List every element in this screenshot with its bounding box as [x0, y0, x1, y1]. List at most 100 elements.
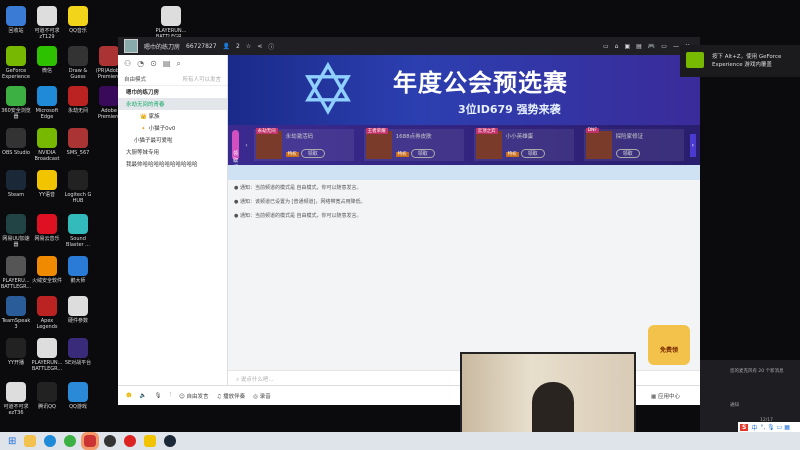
desktop-icon[interactable]: Microsoft Edge: [31, 86, 63, 120]
desktop-icon[interactable]: 5E对战平台: [62, 338, 94, 366]
reward-card[interactable]: DNF 探险家修证 领取: [583, 128, 684, 161]
game-image: 王者荣耀: [365, 128, 392, 159]
user-item[interactable]: 👑 家族: [118, 110, 227, 122]
claim-button[interactable]: 领取: [520, 148, 545, 158]
app-icon[interactable]: [81, 432, 100, 450]
refresh-icon[interactable]: ◔: [137, 59, 144, 69]
desktop-icon[interactable]: OBS Studio: [0, 128, 32, 156]
desktop-icon[interactable]: Sound Blaster ...: [62, 214, 94, 248]
desktop-icon[interactable]: 腾讯QQ: [31, 382, 63, 410]
reward-card[interactable]: 永劫无间 永劫激活码 特权 领取: [253, 128, 354, 161]
next-arrow[interactable]: ›: [689, 133, 696, 157]
desktop-icon[interactable]: TeamSpeak 3: [0, 296, 32, 330]
equalizer-icon[interactable]: ⫶: [170, 392, 171, 399]
desktop-icon[interactable]: QQ游戏: [62, 382, 94, 410]
edge-icon[interactable]: [44, 435, 57, 447]
claim-button[interactable]: 领取: [300, 148, 325, 158]
event-banner[interactable]: ✡ 年度公会预选赛 3位ID679 强势来袭: [228, 55, 700, 125]
desktop-icon[interactable]: 鹅大师: [62, 256, 94, 284]
search-icon[interactable]: ⌕: [176, 59, 180, 69]
claim-button[interactable]: 领取: [615, 148, 640, 158]
user-icon[interactable]: ⚇: [124, 59, 131, 69]
claim-button[interactable]: 领取: [410, 148, 435, 158]
user-item[interactable]: 🔸 小猫子0v0: [118, 122, 227, 134]
free-speak-button[interactable]: ☺ 自由发言: [179, 392, 209, 400]
notification-item[interactable]: 您的麦克风有 20 个新消息: [700, 360, 800, 374]
desktop-icon[interactable]: 网易UU加速器: [0, 214, 32, 248]
location-icon[interactable]: ⊙: [150, 59, 157, 69]
icon-label: 永劫无间: [67, 108, 88, 114]
desktop-icon[interactable]: QQ音乐: [62, 6, 94, 34]
mic-icon[interactable]: 🎙: [155, 393, 162, 399]
steam-icon[interactable]: [164, 435, 177, 447]
ime-bar[interactable]: S 中 °, 🎙 ▭ ▦: [738, 422, 800, 432]
app-icon: [37, 256, 57, 276]
desktop-icon[interactable]: Logitech G HUB: [62, 170, 94, 204]
start-icon[interactable]: ⊞: [8, 436, 16, 447]
mode-select[interactable]: 自由模式: [124, 75, 146, 83]
yy-icon[interactable]: ☻: [126, 393, 132, 399]
yy-icon[interactable]: [144, 435, 157, 447]
icon-label: Apex Legends: [36, 318, 58, 330]
icon-label: PLAYERU... BATTLEGR...: [0, 278, 32, 290]
app-icon: [68, 46, 88, 66]
info-band: [228, 165, 700, 180]
app-icon: [6, 338, 26, 358]
icon-label: Draw & Guess: [68, 68, 88, 80]
desktop-icon[interactable]: SMS_567: [62, 128, 94, 156]
system-message: ● 通知：当前频道的模式是 自由模式，你可以随意发言。: [234, 185, 362, 191]
netease-icon[interactable]: [124, 435, 137, 447]
icon-label: YY开播: [7, 360, 25, 366]
channel-avatar[interactable]: [124, 39, 138, 53]
desktop-icon[interactable]: YY语音: [31, 170, 63, 198]
share-icon[interactable]: ⋖: [257, 43, 262, 50]
desktop-icon[interactable]: 360安全浏览器: [0, 86, 32, 120]
desktop-icon[interactable]: 回收站: [0, 6, 32, 34]
desktop-icon[interactable]: NVIDIA Broadcast: [31, 128, 63, 162]
desktop-icon[interactable]: PLAYERUN... BATTLEGR...: [155, 6, 187, 40]
icon-label: 鹅大师: [70, 278, 86, 284]
subchannel[interactable]: 我最帅哈哈哈哈哈哈哈哈哈哈: [118, 158, 227, 170]
desktop-icon[interactable]: PLAYERUN... BATTLEGR...: [31, 338, 63, 372]
app-center-button[interactable]: ▦ 应用中心: [651, 392, 700, 400]
clock: 12/17: [760, 418, 773, 423]
notification-item[interactable]: 通知: [700, 374, 800, 408]
desktop-icon[interactable]: 可道不可求 ezT36: [0, 382, 32, 416]
obs-icon[interactable]: [104, 435, 117, 447]
explorer-icon[interactable]: [24, 435, 37, 447]
app-icon: [6, 86, 26, 106]
desktop-icon[interactable]: 火绒安全软件: [31, 256, 63, 284]
subchannel[interactable]: 大厨等妹专用: [118, 146, 227, 158]
desktop-icon[interactable]: 网易云音乐: [31, 214, 63, 242]
geforce-notification[interactable]: 按下 Alt+Z，使用 GeForce Experience 游戏内覆盖: [680, 45, 800, 77]
desktop-icon[interactable]: 永劫无间: [62, 86, 94, 114]
desktop-icon[interactable]: 可道不可求 zT129: [31, 6, 63, 40]
desktop-icon[interactable]: YY开播: [0, 338, 32, 366]
reward-card[interactable]: 王者荣耀 1688点券皮肤 特权 领取: [363, 128, 464, 161]
info-icon[interactable]: ⓘ: [268, 42, 274, 51]
icon-label: 腾讯QQ: [38, 404, 56, 410]
desktop-icon[interactable]: Draw & Guess: [62, 46, 94, 80]
music-button[interactable]: ♫ 播放伴奏: [216, 392, 245, 400]
desktop-icon[interactable]: PLAYERU... BATTLEGR...: [0, 256, 32, 290]
system-message: ● 通知：该频道已设置为 [普通频道]，网络带宽占用降低。: [234, 199, 366, 205]
desktop-icon[interactable]: GeForce Experience: [0, 46, 32, 80]
desktop-icon[interactable]: 硬件参数: [62, 296, 94, 324]
reward-badge[interactable]: 领取福利: [232, 130, 240, 178]
channel-root[interactable]: 嗯巾的练刀房: [118, 86, 227, 98]
speaker-icon[interactable]: 🔈: [140, 393, 147, 399]
star-icon[interactable]: ☆: [246, 43, 251, 50]
game-tag: 永劫无间: [255, 128, 278, 134]
desktop-icon[interactable]: Apex Legends: [31, 296, 63, 330]
desktop-icon[interactable]: 微信: [31, 46, 63, 74]
browser-icon[interactable]: [64, 435, 77, 447]
list-icon[interactable]: ▤: [163, 59, 171, 69]
prev-arrow[interactable]: ‹: [245, 142, 247, 149]
record-button[interactable]: ◎ 录音: [253, 392, 271, 400]
subchannel[interactable]: 小猫子最可爱啦: [118, 134, 227, 146]
app-icon: [37, 170, 57, 190]
promo-badge[interactable]: 免费领: [648, 325, 690, 365]
subchannel-active[interactable]: 永劫无间的青春: [118, 98, 227, 110]
desktop-icon[interactable]: Steam: [0, 170, 32, 198]
reward-card[interactable]: 云顶之弈 小小英雄蛋 特权 领取: [473, 128, 574, 161]
